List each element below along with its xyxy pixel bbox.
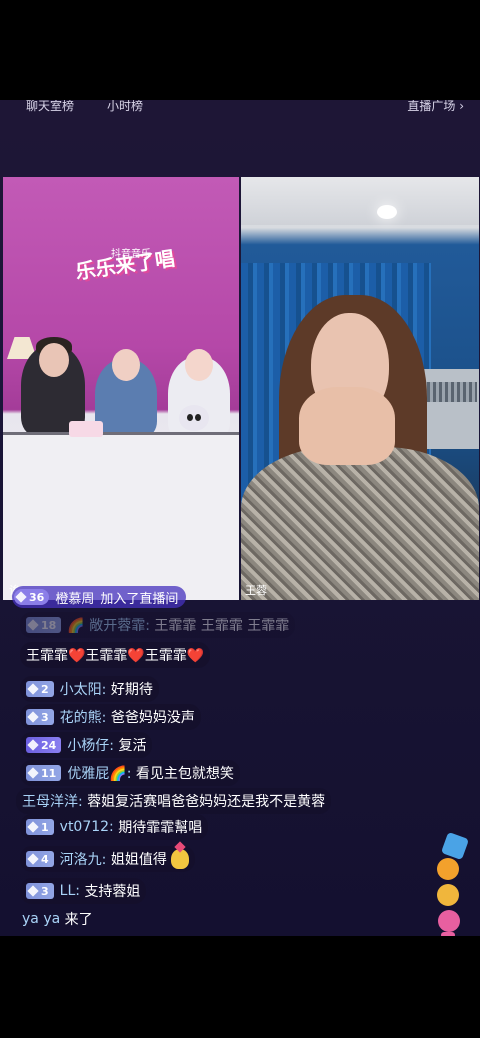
chat-message[interactable]: 24 小杨仔: 复活 (20, 732, 153, 758)
show-logo-sub: 抖音音乐 (111, 249, 151, 260)
orange-like-icon (437, 858, 459, 880)
user-level-badge: 2 (26, 681, 54, 697)
chat-user-name[interactable]: 王母洋洋: (22, 791, 83, 811)
tissue-box (69, 421, 103, 437)
desk (3, 435, 239, 600)
user-level-badge: 3 (26, 709, 54, 725)
chat-text: 好期待 (110, 682, 153, 698)
chat-message[interactable]: 王霏霏❤️王霏霏❤️王霏霏❤️ (20, 642, 211, 668)
singer-jacket (241, 447, 479, 600)
chat-message[interactable]: 王母洋洋: 蓉姐复活赛唱爸爸妈妈还是我不是黄蓉 (16, 788, 332, 814)
chat-text: 期待霏霏幫唱 (118, 820, 203, 836)
chat-user-name[interactable]: 优雅屁🌈: (67, 763, 131, 783)
heart-icon (438, 910, 460, 932)
diamond-icon (27, 853, 39, 865)
user-level-badge: 18 (26, 617, 62, 633)
join-action-text: 加入了直播间 (100, 591, 179, 607)
diamond-icon (27, 711, 39, 723)
chat-message[interactable]: 2 小太阳: 好期待 (20, 676, 159, 702)
diamond-icon (27, 767, 39, 779)
chat-text: 来了 (64, 912, 93, 928)
diamond-icon (15, 591, 27, 603)
fan-level-badge: 36 (14, 589, 50, 605)
top-bar: 聊天室榜 小时榜 直播广场 › (0, 100, 480, 118)
user-level-badge: 4 (26, 851, 54, 867)
user-level-badge: 11 (26, 765, 62, 781)
left-video-stream[interactable]: 乐乐来了唱 抖音音乐 诶 (3, 177, 239, 600)
lightning-icon (440, 831, 470, 861)
diamond-icon (27, 885, 39, 897)
right-host-label: 王蓉 (245, 584, 267, 597)
chat-message[interactable]: 11 优雅屁🌈: 看见主包就想笑 (20, 760, 240, 786)
user-level-badge: 1 (26, 819, 54, 835)
chat-user-name[interactable]: LL: (60, 883, 80, 899)
chat-message[interactable]: 3 花的熊: 爸爸妈妈没声 (20, 704, 201, 730)
join-user-name[interactable]: 橙慕周 (55, 588, 94, 607)
host-woman-center (95, 345, 157, 437)
live-room: 聊天室榜 小时榜 直播广场 › 乐乐来了唱 抖音音乐 诶 王蓉 36 橙慕周 加… (0, 100, 480, 936)
yellow-like-icon (437, 884, 459, 906)
diamond-icon (27, 619, 39, 631)
chat-user-name[interactable]: 河洛九: (60, 849, 107, 869)
chat-user-name[interactable]: 花的熊: (60, 707, 107, 727)
chat-text: 王霏霏 王霏霏 王霏霏 (154, 618, 290, 634)
right-video-stream[interactable]: 王蓉 (241, 177, 479, 600)
chat-user-name[interactable]: 🌈 敞开蓉霏: (67, 615, 150, 635)
live-plaza-link[interactable]: 直播广场 › (407, 100, 464, 114)
chat-user-name[interactable]: 小太阳: (60, 679, 107, 699)
chat-text: 支持蓉姐 (84, 884, 141, 900)
ceiling (241, 177, 479, 225)
chat-message[interactable]: ya ya 来了 (16, 906, 99, 932)
chat-user-name[interactable]: ya ya (22, 911, 60, 927)
singer-hands (299, 387, 395, 465)
tab-chat-rank[interactable]: 聊天室榜 (26, 100, 74, 114)
diamond-icon (27, 821, 39, 833)
chat-message[interactable]: 4 河洛九: 姐姐值得 (20, 846, 195, 872)
chat-user-name[interactable]: vt0712: (60, 819, 114, 835)
chat-message[interactable]: 3 LL: 支持蓉姐 (20, 878, 147, 904)
user-level-badge: 24 (26, 737, 62, 753)
chat-text: 王霏霏❤️王霏霏❤️王霏霏❤️ (26, 648, 205, 664)
chat-text: 爸爸妈妈没声 (110, 710, 195, 726)
chat-message[interactable]: 1 vt0712: 期待霏霏幫唱 (20, 814, 209, 840)
gift-icon (170, 849, 189, 869)
chat-text: 姐姐值得 (110, 852, 167, 868)
chat-user-name[interactable]: 小杨仔: (67, 735, 114, 755)
chat-text: 蓉姐复活赛唱爸爸妈妈还是我不是黄蓉 (87, 794, 326, 810)
ceiling-light (377, 205, 397, 219)
user-level-badge: 3 (26, 883, 54, 899)
chat-message[interactable]: 18 🌈 敞开蓉霏: 王霏霏 王霏霏 王霏霏 (20, 612, 296, 638)
chat-text: 复活 (118, 738, 147, 754)
chat-text: 看见主包就想笑 (135, 766, 234, 782)
pink-like-icon (441, 932, 455, 936)
diamond-icon (27, 739, 39, 751)
tab-hour-rank[interactable]: 小时榜 (107, 100, 143, 114)
diamond-icon (27, 683, 39, 695)
mascot-icon (179, 405, 209, 431)
join-notification: 36 橙慕周 加入了直播间 (12, 586, 187, 608)
